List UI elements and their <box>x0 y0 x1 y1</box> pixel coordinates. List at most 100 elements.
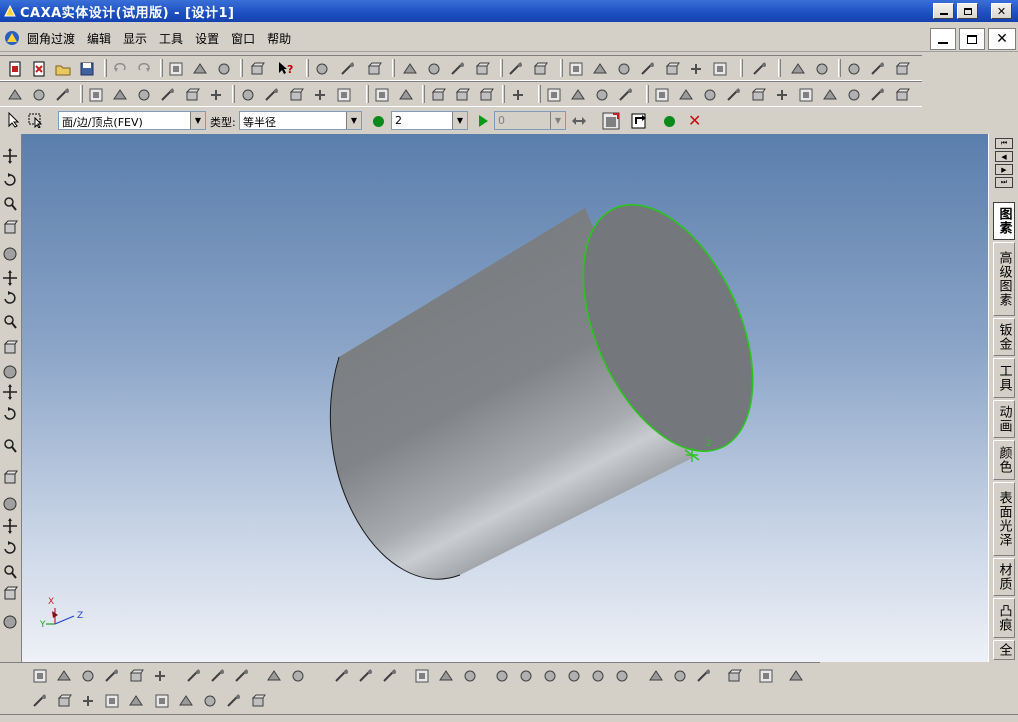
assembly-tool-icon[interactable] <box>822 87 838 103</box>
target-icon[interactable] <box>2 314 18 330</box>
modify-tool-icon[interactable] <box>664 61 680 77</box>
assembly-tool-icon[interactable] <box>702 87 718 103</box>
nav-next-button[interactable]: ▶ <box>995 164 1013 175</box>
sketch-edit-icon[interactable] <box>152 668 168 684</box>
operation-tool-icon[interactable] <box>208 87 224 103</box>
line-icon[interactable] <box>382 668 398 684</box>
operation-tool-icon[interactable] <box>112 87 128 103</box>
fillet-tool-icon[interactable] <box>264 87 280 103</box>
circle-icon[interactable] <box>614 668 630 684</box>
circle-icon[interactable] <box>590 668 606 684</box>
tab-tools[interactable]: 工具 <box>993 358 1015 398</box>
toolbar-grip[interactable] <box>366 85 369 103</box>
assembly-tool-icon[interactable] <box>894 87 910 103</box>
fly-icon[interactable] <box>2 340 18 356</box>
dimension-icon[interactable] <box>788 668 804 684</box>
edit-tool-icon[interactable] <box>192 61 208 77</box>
assembly-tool-icon[interactable] <box>798 87 814 103</box>
feature-tool-icon[interactable] <box>31 87 47 103</box>
draw-tool-icon[interactable] <box>402 61 418 77</box>
render-tool-icon[interactable] <box>366 61 382 77</box>
shell-tool-icon[interactable] <box>398 87 414 103</box>
measure-tool-icon[interactable] <box>814 61 830 77</box>
sketch-tool-icon[interactable] <box>508 61 524 77</box>
relation-icon[interactable] <box>56 693 72 709</box>
view-icon[interactable] <box>2 384 18 400</box>
operation-tool-icon[interactable] <box>184 87 200 103</box>
radius-input[interactable]: 2 ▼ <box>391 111 468 130</box>
pan-icon[interactable] <box>2 148 18 164</box>
save-icon[interactable] <box>79 61 95 77</box>
fillet-tool-icon[interactable] <box>336 87 352 103</box>
rotate-icon[interactable] <box>2 196 18 212</box>
camera-icon[interactable] <box>2 290 18 306</box>
toolbar-grip[interactable] <box>422 85 425 103</box>
toolbar-grip[interactable] <box>838 59 841 77</box>
tab-surface-finish[interactable]: 表面光泽 <box>993 482 1015 556</box>
selection-filter-select[interactable]: 面/边/顶点(FEV) ▼ <box>58 111 206 130</box>
modify-tool-icon[interactable] <box>688 61 704 77</box>
operation-tool-icon[interactable] <box>160 87 176 103</box>
tab-material[interactable]: 材质 <box>993 558 1015 596</box>
box-icon[interactable] <box>2 470 18 486</box>
arc-icon[interactable] <box>726 668 742 684</box>
toolbar-grip[interactable] <box>80 85 83 103</box>
new-file-icon[interactable] <box>7 61 23 77</box>
tab-sheet-metal[interactable]: 钣金 <box>993 318 1015 356</box>
solid-tool-icon[interactable] <box>430 87 446 103</box>
circle-icon[interactable] <box>566 668 582 684</box>
line-icon[interactable] <box>334 668 350 684</box>
tab-primitives[interactable]: 图素 <box>993 202 1015 240</box>
surface-tool-icon[interactable] <box>846 61 862 77</box>
swap-arrows-icon[interactable] <box>571 113 587 129</box>
toolbar-grip[interactable] <box>240 59 243 77</box>
sketch-edit-icon[interactable] <box>104 668 120 684</box>
arc-icon[interactable] <box>696 668 712 684</box>
menu-fillet[interactable]: 圆角过渡 <box>27 30 75 47</box>
measure-tool-icon[interactable] <box>790 61 806 77</box>
toolbar-grip[interactable] <box>778 59 781 77</box>
constraint-icon[interactable] <box>290 668 306 684</box>
help-icon[interactable]: ? <box>278 61 294 77</box>
document-icon[interactable] <box>3 29 21 47</box>
surface-tool-icon[interactable] <box>870 61 886 77</box>
fillet-tool-icon[interactable] <box>240 87 256 103</box>
layout-tool-icon[interactable] <box>570 87 586 103</box>
geometry-constraint-icon[interactable] <box>226 693 242 709</box>
select-box-icon[interactable] <box>28 112 44 128</box>
pattern-tool-icon[interactable] <box>510 87 526 103</box>
operation-tool-icon[interactable] <box>88 87 104 103</box>
render-tool-icon[interactable] <box>340 61 356 77</box>
zoom-window-icon[interactable] <box>2 270 18 286</box>
fillet-tool-icon[interactable] <box>288 87 304 103</box>
modify-tool-icon[interactable] <box>616 61 632 77</box>
assembly-tool-icon[interactable] <box>846 87 862 103</box>
sphere-icon[interactable] <box>2 586 18 602</box>
toolbar-grip[interactable] <box>104 59 107 77</box>
transform-tool-icon[interactable] <box>752 61 768 77</box>
doc-close-button[interactable]: ✕ <box>988 28 1016 50</box>
assembly-tool-icon[interactable] <box>726 87 742 103</box>
layer-icon[interactable] <box>2 406 18 422</box>
tab-animation[interactable]: 动画 <box>993 400 1015 438</box>
dimension-icon[interactable] <box>758 668 774 684</box>
light-icon[interactable] <box>2 364 18 380</box>
edit-tool-icon[interactable] <box>216 61 232 77</box>
modify-tool-icon[interactable] <box>592 61 608 77</box>
feature-tool-icon[interactable] <box>55 87 71 103</box>
find-icon[interactable] <box>249 61 265 77</box>
redo-icon[interactable] <box>136 61 152 77</box>
apply-icon[interactable] <box>629 111 649 131</box>
assembly-tool-icon[interactable] <box>774 87 790 103</box>
preview-icon[interactable] <box>601 111 621 131</box>
menu-help[interactable]: 帮助 <box>267 30 291 47</box>
shape-icon[interactable] <box>462 668 478 684</box>
menu-tools[interactable]: 工具 <box>159 30 183 47</box>
toolbar-grip[interactable] <box>740 59 743 77</box>
shape-icon[interactable] <box>414 668 430 684</box>
arc-icon[interactable] <box>672 668 688 684</box>
assembly-tool-icon[interactable] <box>654 87 670 103</box>
nav-first-button[interactable]: ⏮ <box>995 138 1013 149</box>
draw-tool-icon[interactable] <box>474 61 490 77</box>
circle-icon[interactable] <box>518 668 534 684</box>
